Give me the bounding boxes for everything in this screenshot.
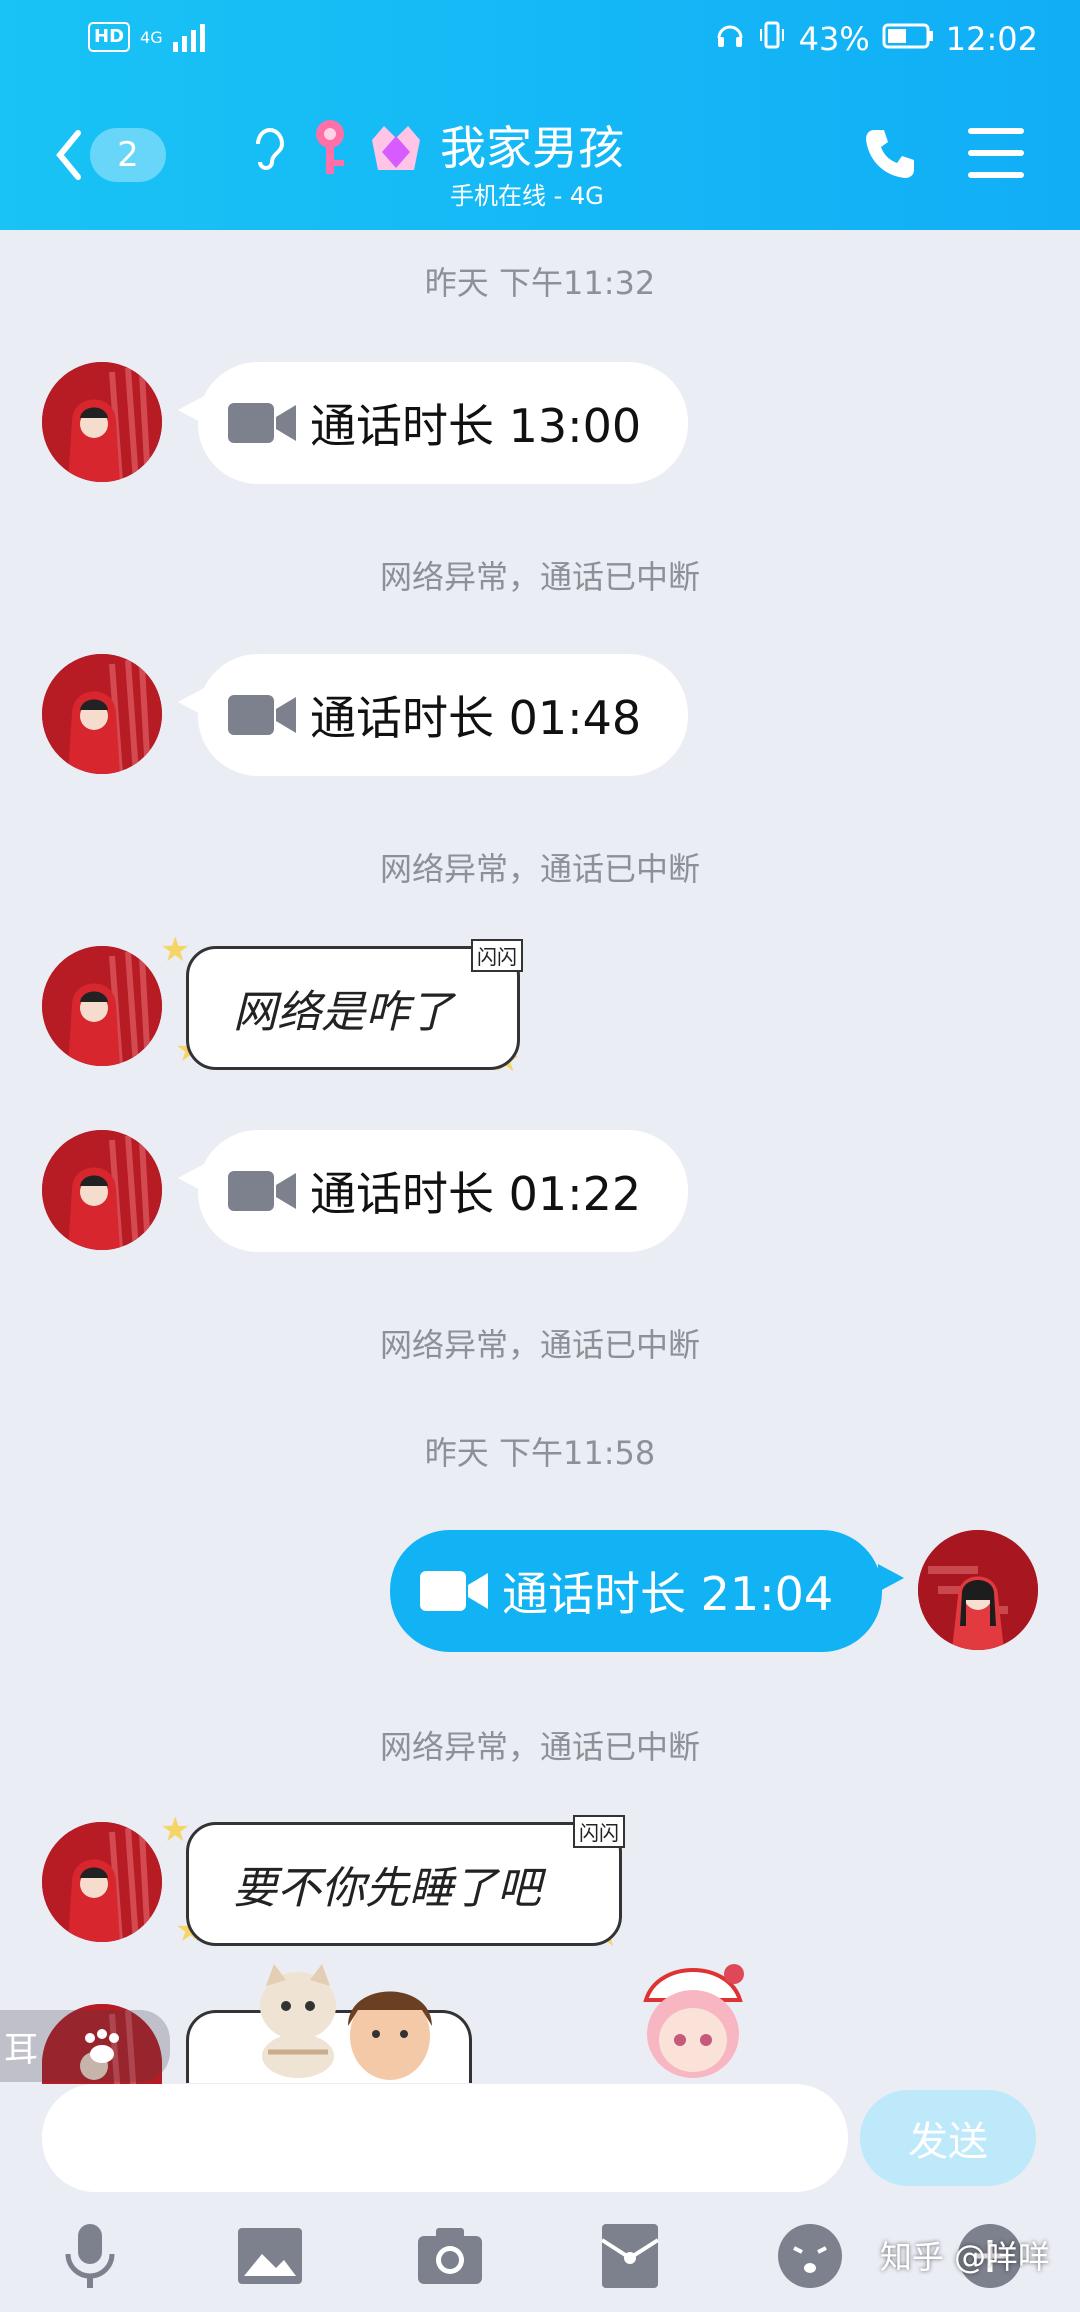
online-status: 手机在线 - 4G [450,182,604,210]
status-bar: HD 4G 43% 12:02 [0,0,1080,80]
contact-avatar[interactable] [42,654,162,774]
system-message: 网络异常，通话已中断 [379,1728,700,1766]
contact-info[interactable]: 我家男孩 手机在线 - 4G [250,102,670,212]
hd-indicator: HD [88,22,131,52]
send-button[interactable]: 发送 [860,2090,1036,2186]
battery-icon [882,20,934,58]
flash-message-text: 要不你先睡了吧 [233,1863,541,1914]
my-avatar[interactable] [918,1530,1038,1650]
my-call-record-bubble[interactable]: 通话时长 21:04 [390,1530,904,1652]
battery-percent: 43% [798,20,870,58]
call-duration: 通话时长 01:22 [310,1167,642,1221]
system-message: 网络异常，通话已中断 [379,850,700,888]
menu-icon [968,128,1024,134]
unread-badge[interactable]: 2 [90,128,166,182]
flash-message-bubble[interactable]: 要不你先睡了吧 闪闪 [186,1815,625,1946]
red-packet-icon[interactable] [592,2218,668,2294]
system-message: 网络异常，通话已中断 [379,558,700,596]
video-call-icon [228,1171,296,1211]
key-icon [302,116,358,178]
phone-icon [866,130,914,178]
voice-call-button[interactable] [860,124,920,184]
crown-icon [366,116,426,178]
earpiece-label: 耳 [4,2029,38,2070]
chat-header: 2 我家男孩 手机在线 - 4G [0,80,1080,230]
boy-sticker [330,1970,450,2080]
call-duration: 通话时长 01:48 [310,691,642,745]
ear-icon [250,124,286,179]
star-icon: ★ [160,930,191,970]
call-record-bubble[interactable]: 通话时长 01:22 [178,1130,688,1252]
flash-tag: 闪闪 [471,939,523,972]
call-record-bubble[interactable]: 通话时长 13:00 [178,362,688,484]
call-duration: 通话时长 21:04 [502,1567,834,1621]
girl-sticker [628,1960,758,2080]
contact-name: 我家男孩 [440,121,624,175]
timestamp: 昨天 下午11:58 [424,1434,656,1472]
contact-avatar[interactable] [42,1130,162,1250]
flash-message-text: 网络是咋了 [233,987,453,1038]
image-icon[interactable] [232,2218,308,2294]
contact-avatar[interactable] [42,946,162,1066]
system-message: 网络异常，通话已中断 [379,1326,700,1364]
watermark: 知乎 @咩咩 [879,2238,1050,2276]
clock: 12:02 [945,20,1038,58]
network-type: 4G [140,27,163,47]
video-call-icon [228,403,296,443]
contact-avatar[interactable] [42,362,162,482]
input-bar: 发送 [0,2070,1080,2200]
timestamp: 昨天 下午11:32 [424,264,656,302]
emoji-icon[interactable] [772,2218,848,2294]
video-call-icon [420,1571,488,1611]
paw-icon [85,2029,119,2063]
message-input[interactable] [42,2084,848,2192]
call-duration: 通话时长 13:00 [310,399,642,453]
flash-message-bubble[interactable]: 网络是咋了 闪闪 [186,939,523,1070]
video-call-icon [228,695,296,735]
camera-icon[interactable] [412,2218,488,2294]
headset-icon [715,20,745,58]
menu-button[interactable] [968,128,1024,180]
contact-avatar[interactable] [42,1822,162,1942]
signal-icon [172,22,205,52]
call-record-bubble[interactable]: 通话时长 01:48 [178,654,688,776]
microphone-icon[interactable] [52,2218,128,2294]
flash-tag: 闪闪 [573,1815,625,1848]
vibrate-icon [757,20,787,58]
